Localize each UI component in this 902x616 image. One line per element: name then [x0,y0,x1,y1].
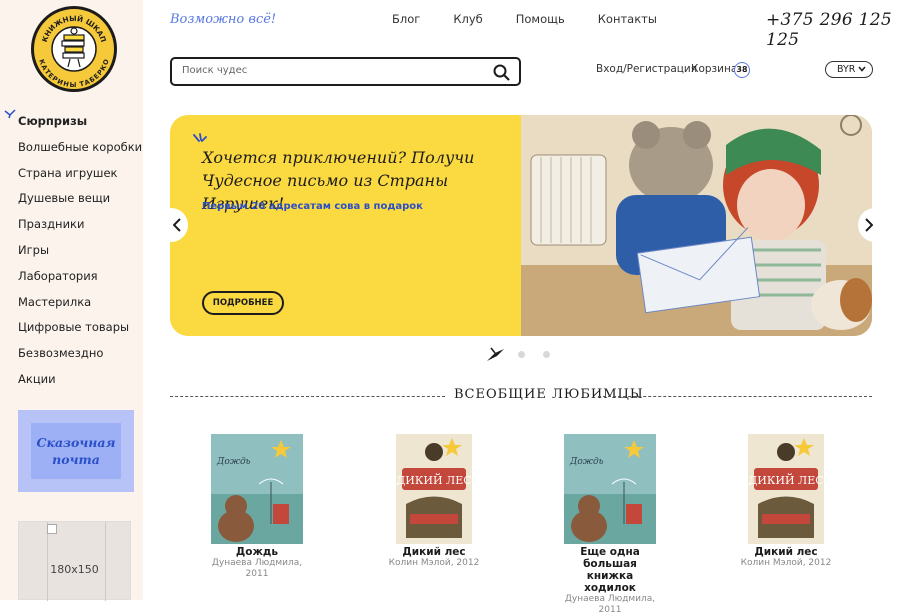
menu-item-label: Мастерилка [18,294,92,309]
search-input[interactable] [182,65,482,76]
menu-item-lab[interactable]: Лаборатория [18,268,142,294]
menu-item-label: Акции [18,371,56,386]
stamp-text: Сказочная почта [31,423,121,479]
menu-item-holidays[interactable]: Праздники [18,216,142,242]
svg-text:Дождь: Дождь [569,457,604,467]
divider [598,396,872,397]
banner-subtitle: Первым 20 адресатам сова в подарок [202,201,423,212]
book-card[interactable]: Дождь Дождь Дунаева Людмила, 2011 [207,434,307,580]
svg-text:ДИКИЙ ЛЕС: ДИКИЙ ЛЕС [748,473,823,487]
search-box [170,57,521,86]
tagline: Возможно всё! [170,12,277,27]
login-register-link[interactable]: Вход/Регистрация [596,63,697,75]
cart-link[interactable]: Корзина [691,63,737,75]
logo-emblem: КНИЖНЫЙ ШКАП КАТЕРИНЫ ТАБЕРКО [37,14,111,89]
site-logo[interactable]: КНИЖНЫЙ ШКАП КАТЕРИНЫ ТАБЕРКО [31,6,117,92]
search-icon[interactable] [493,64,510,81]
slider-dot[interactable] [518,351,525,358]
book-author: Колин Мэлой, 2012 [388,558,480,568]
top-nav: Блог Клуб Помощь Контакты [392,12,690,26]
promo-banner[interactable]: Хочется приключений? Получи Чудесное пис… [170,115,872,336]
book-title[interactable]: Дикий лес [384,546,484,558]
broken-image-icon [47,524,57,534]
nav-help[interactable]: Помощь [516,12,565,26]
menu-item-free[interactable]: Безвозмездно [18,345,142,371]
menu-item-label: Праздники [18,217,85,232]
menu-item-label: Безвозмездно [18,346,104,361]
fairy-mail-stamp[interactable]: Сказочная почта [18,410,134,492]
section-title: ВСЕОБЩИЕ ЛЮБИМЦЫ [454,387,644,402]
book-card[interactable]: ДИКИЙ ЛЕС Дикий лес Колин Мэлой, 2012 [384,434,484,569]
svg-text:ДИКИЙ ЛЕС: ДИКИЙ ЛЕС [396,473,471,487]
ad-placeholder[interactable]: 180x150 [18,521,131,601]
cover-forest-art: ДИКИЙ ЛЕС [396,434,472,544]
book-cover[interactable]: Дождь [564,434,656,544]
book-title[interactable]: Дикий лес [736,546,836,558]
book-title[interactable]: Еще одна большая книжка ходилок [560,546,660,594]
book-cover[interactable]: Дождь [211,434,303,544]
banner-illustration [521,115,872,336]
book-author: Дунаева Людмила, [211,558,303,568]
menu-item-magic-boxes[interactable]: Волшебные коробки [18,139,142,165]
menu-item-digital[interactable]: Цифровые товары [18,319,142,345]
category-menu: Сюрпризы Волшебные коробки Страна игруше… [4,109,142,397]
menu-item-label: Волшебные коробки [18,139,143,154]
book-author: Колин Мэлой, 2012 [740,558,832,568]
sidebar: КНИЖНЫЙ ШКАП КАТЕРИНЫ ТАБЕРКО Сюрпризы В… [0,0,143,601]
slider-dot[interactable] [543,351,550,358]
sparkle-icon [193,133,207,142]
menu-item-label: Страна игрушек [18,165,118,180]
currency-value: BYR [837,64,856,75]
cover-rain-art: Дождь [211,434,303,544]
nav-blog[interactable]: Блог [392,12,420,26]
cover-rain-art: Дождь [564,434,656,544]
ad-size-label: 180x150 [50,563,99,576]
menu-item-surprises[interactable]: Сюрпризы [4,109,142,139]
menu-item-label: Душевые вещи [18,191,111,206]
cover-forest-art: ДИКИЙ ЛЕС [748,434,824,544]
menu-item-label: Лаборатория [18,268,98,283]
book-year: 2011 [598,605,622,615]
book-title[interactable]: Дождь [207,546,307,558]
menu-item-label: Сюрпризы [18,114,88,128]
currency-select[interactable]: BYR [825,61,873,78]
nav-club[interactable]: Клуб [453,12,482,26]
menu-item-label: Цифровые товары [18,320,130,335]
menu-item-promotions[interactable]: Акции [18,371,142,397]
more-button[interactable]: ПОДРОБНЕЕ [202,291,284,315]
svg-text:Дождь: Дождь [216,457,251,467]
book-year: 2011 [245,569,269,579]
stamp-line-1: Сказочная [36,435,116,450]
stamp-line-2: почта [52,452,100,467]
ad-divider [105,522,106,601]
menu-item-crafts[interactable]: Мастерилка [18,294,142,320]
menu-item-label: Игры [18,242,50,257]
menu-item-toy-land[interactable]: Страна игрушек [18,165,142,191]
book-cover[interactable]: ДИКИЙ ЛЕС [396,434,472,544]
book-card[interactable]: Дождь Еще одна большая книжка ходилок Ду… [560,434,660,616]
bird-active-indicator[interactable] [486,347,506,363]
divider [170,396,445,397]
menu-item-games[interactable]: Игры [18,242,142,268]
section-header: ВСЕОБЩИЕ ЛЮБИМЦЫ [170,386,872,406]
chevron-right-icon [865,218,873,232]
nav-contacts[interactable]: Контакты [598,12,657,26]
book-card[interactable]: ДИКИЙ ЛЕС Дикий лес Колин Мэлой, 2012 [736,434,836,569]
chevron-left-icon [173,218,181,232]
cart-count-badge: 38 [734,62,750,78]
menu-item-soul-things[interactable]: Душевые вещи [18,190,142,216]
bird-icon [4,109,16,119]
chevron-down-icon [858,66,866,72]
phone-number[interactable]: +375 296 125 125 [766,10,902,50]
book-cover[interactable]: ДИКИЙ ЛЕС [748,434,824,544]
